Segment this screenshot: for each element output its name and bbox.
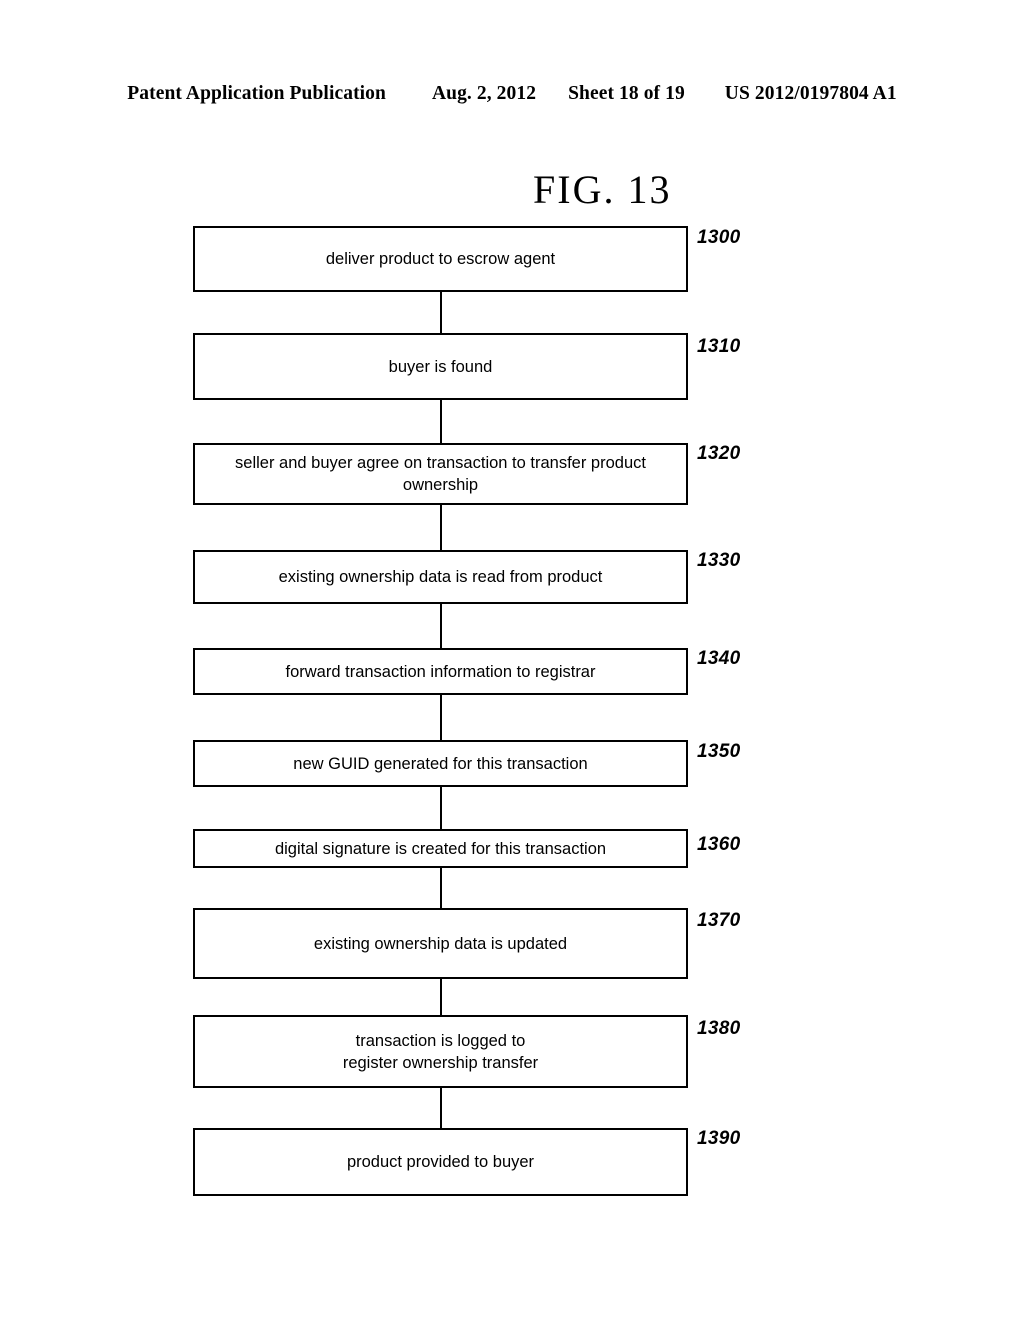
flow-node-ref: 1360 (697, 834, 741, 855)
flow-node-ref: 1370 (697, 910, 741, 931)
flow-node-ref: 1300 (697, 227, 741, 248)
flow-node-1320: seller and buyer agree on transaction to… (193, 443, 688, 505)
flow-node-ref: 1310 (697, 336, 741, 357)
flow-node-label: existing ownership data is read from pro… (278, 568, 603, 586)
flow-node-label: buyer is found (388, 357, 493, 376)
flow-node-label: transaction is logged to register owners… (342, 1031, 539, 1072)
flow-connector (440, 868, 442, 908)
flow-node-label: new GUID generated for this transaction (293, 754, 588, 773)
flow-connector (440, 1088, 442, 1128)
flow-node-1380: transaction is logged to register owners… (193, 1015, 688, 1088)
flowchart-diagram: deliver product to escrow agent 1300 buy… (0, 0, 1024, 1320)
flow-node-ref: 1340 (697, 648, 741, 669)
flow-connector (440, 400, 442, 443)
flow-connector (440, 292, 442, 333)
flow-node-ref: 1350 (697, 741, 741, 762)
flow-node-1310: buyer is found (193, 333, 688, 400)
flow-node-label: product provided to buyer (346, 1153, 535, 1171)
flow-node-1390: product provided to buyer (193, 1128, 688, 1196)
flow-connector (440, 505, 442, 550)
flow-node-1370: existing ownership data is updated (193, 908, 688, 979)
flow-node-1300: deliver product to escrow agent (193, 226, 688, 292)
flow-connector (440, 979, 442, 1015)
flow-node-1350: new GUID generated for this transaction (193, 740, 688, 787)
flow-node-ref: 1330 (697, 550, 741, 571)
flow-connector (440, 787, 442, 829)
flow-node-label: digital signature is created for this tr… (274, 839, 607, 858)
flow-node-ref: 1390 (697, 1128, 741, 1149)
flow-node-1340: forward transaction information to regis… (193, 648, 688, 695)
flow-node-1360: digital signature is created for this tr… (193, 829, 688, 868)
flow-node-label: forward transaction information to regis… (285, 662, 596, 681)
flow-connector (440, 604, 442, 648)
flow-node-label: deliver product to escrow agent (325, 250, 556, 268)
flow-node-ref: 1320 (697, 443, 741, 464)
flow-node-1330: existing ownership data is read from pro… (193, 550, 688, 604)
flow-connector (440, 695, 442, 740)
flow-node-label: existing ownership data is updated (313, 934, 568, 953)
flow-node-ref: 1380 (697, 1018, 741, 1039)
flow-node-label: seller and buyer agree on transaction to… (235, 454, 646, 494)
